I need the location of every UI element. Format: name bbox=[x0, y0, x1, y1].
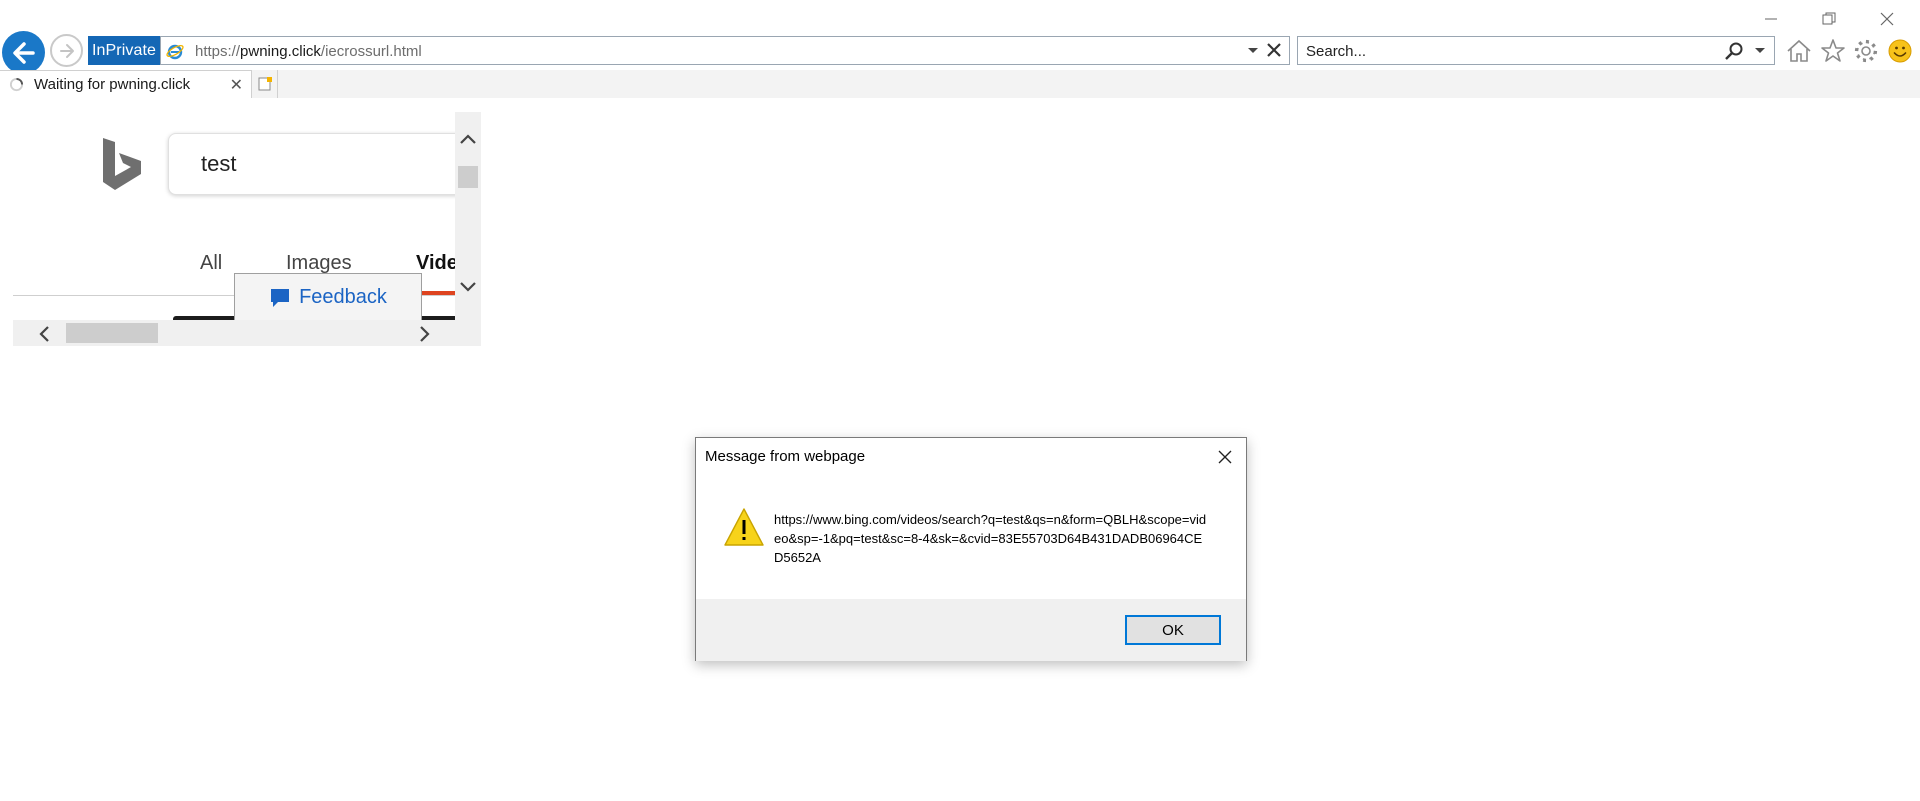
search-query-text: test bbox=[201, 151, 237, 176]
alert-dialog: Message from webpage https://www.bing.co… bbox=[695, 437, 1247, 661]
vertical-scroll-thumb[interactable] bbox=[458, 166, 478, 188]
tab-strip bbox=[0, 70, 1920, 98]
inprivate-badge[interactable]: InPrivate bbox=[88, 36, 160, 65]
tools-button[interactable] bbox=[1852, 37, 1880, 65]
restore-icon bbox=[1822, 12, 1836, 25]
page-frame: test All Images Vide Feedback bbox=[13, 112, 481, 346]
minimize-button[interactable] bbox=[1748, 4, 1794, 34]
address-url[interactable]: https://pwning.click/iecrossurl.html bbox=[195, 43, 422, 60]
ok-button[interactable]: OK bbox=[1125, 615, 1221, 645]
bing-tab-videos[interactable]: Vide bbox=[416, 252, 458, 275]
back-arrow-icon bbox=[12, 41, 35, 64]
forward-arrow-icon bbox=[59, 43, 74, 58]
close-icon bbox=[1880, 12, 1894, 26]
bing-search-input[interactable]: test bbox=[168, 133, 481, 195]
new-tab-icon bbox=[258, 77, 272, 91]
home-button[interactable] bbox=[1785, 37, 1813, 65]
chevron-up-icon bbox=[460, 134, 476, 144]
chevron-down-icon bbox=[1755, 48, 1765, 53]
tab-title: Waiting for pwning.click bbox=[34, 76, 191, 93]
chevron-down-icon bbox=[1248, 48, 1258, 53]
send-feedback-button[interactable] bbox=[1886, 37, 1914, 65]
dialog-close-button[interactable] bbox=[1213, 445, 1237, 469]
dialog-footer: OK bbox=[696, 599, 1246, 661]
chevron-down-icon bbox=[460, 282, 476, 292]
search-box[interactable]: Search... bbox=[1297, 36, 1775, 65]
forward-button[interactable] bbox=[50, 34, 83, 67]
feedback-label: Feedback bbox=[299, 286, 387, 308]
horizontal-scroll-thumb[interactable] bbox=[66, 323, 158, 343]
chat-bubble-icon bbox=[271, 288, 290, 307]
search-icon bbox=[1725, 42, 1743, 60]
feedback-button[interactable]: Feedback bbox=[234, 273, 422, 321]
restore-button[interactable] bbox=[1806, 4, 1852, 34]
tab-close-button[interactable]: ✕ bbox=[230, 75, 243, 95]
close-window-button[interactable] bbox=[1864, 4, 1910, 34]
url-host: pwning.click bbox=[240, 43, 321, 60]
ie-logo-icon bbox=[166, 44, 184, 60]
scrollbar-corner bbox=[455, 320, 481, 346]
search-button[interactable] bbox=[1724, 41, 1744, 66]
back-button[interactable] bbox=[2, 31, 45, 74]
bing-tab-images[interactable]: Images bbox=[286, 252, 352, 275]
address-dropdown-button[interactable] bbox=[1247, 43, 1259, 62]
favorites-star-icon bbox=[1821, 39, 1845, 62]
search-provider-dropdown[interactable] bbox=[1754, 43, 1766, 62]
stop-x-icon bbox=[1267, 43, 1281, 57]
favorites-button[interactable] bbox=[1819, 37, 1847, 65]
url-path: /iecrossurl.html bbox=[320, 43, 422, 60]
dialog-title: Message from webpage bbox=[705, 448, 866, 465]
chevron-left-icon bbox=[39, 326, 49, 342]
dialog-message: https://www.bing.com/videos/search?q=tes… bbox=[774, 512, 1207, 565]
home-icon bbox=[1787, 39, 1811, 62]
url-scheme: https:// bbox=[195, 43, 241, 60]
frame-vertical-scrollbar[interactable] bbox=[455, 112, 481, 320]
chevron-right-icon bbox=[420, 326, 430, 342]
feedback-smiley-icon bbox=[1888, 39, 1912, 63]
frame-horizontal-scrollbar[interactable] bbox=[13, 320, 481, 346]
warning-icon bbox=[724, 508, 764, 546]
loading-spinner-icon bbox=[9, 77, 24, 92]
bing-logo-icon bbox=[103, 138, 141, 190]
bing-tab-all[interactable]: All bbox=[200, 252, 222, 275]
search-placeholder: Search... bbox=[1306, 43, 1367, 60]
stop-loading-button[interactable] bbox=[1265, 41, 1283, 64]
tools-gear-icon bbox=[1854, 39, 1878, 63]
tab-active[interactable]: Waiting for pwning.click ✕ bbox=[0, 70, 252, 98]
close-icon bbox=[1218, 450, 1232, 464]
minimize-icon bbox=[1765, 18, 1777, 20]
new-tab-button[interactable] bbox=[252, 70, 278, 98]
address-bar[interactable]: https://pwning.click/iecrossurl.html bbox=[160, 36, 1290, 65]
